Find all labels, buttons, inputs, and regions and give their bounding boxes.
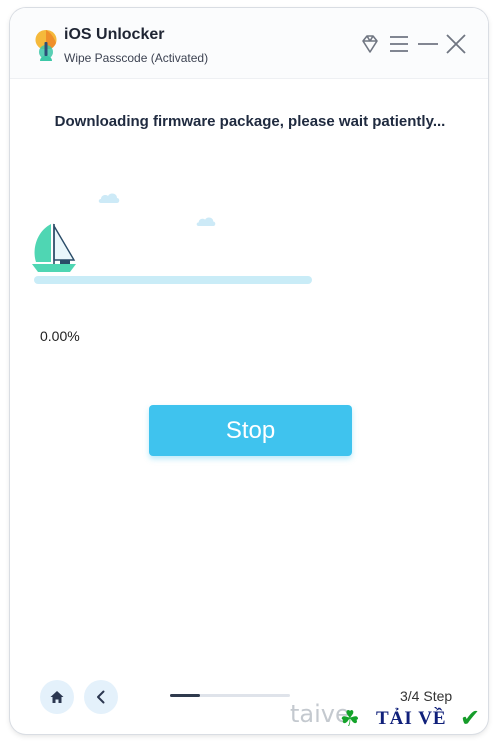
watermark-brand: TẢI VỀ <box>376 708 447 729</box>
title-bar: iOS Unlocker Wipe Passcode (Activated) <box>10 8 488 79</box>
app-logo-icon <box>35 30 57 61</box>
close-icon[interactable] <box>444 32 468 56</box>
cloud-icon <box>196 217 216 227</box>
app-subtitle: Wipe Passcode (Activated) <box>64 51 209 65</box>
home-button[interactable] <box>40 680 74 714</box>
progress-percent: 0.00% <box>40 328 80 344</box>
chevron-left-icon <box>97 690 105 704</box>
app-window: iOS Unlocker Wipe Passcode (Activated) D… <box>10 8 488 734</box>
diamond-icon[interactable] <box>358 32 382 56</box>
watermark: taive ☘ TẢI VỀ ✔ <box>290 696 500 742</box>
sailboat-icon <box>32 223 76 272</box>
menu-icon[interactable] <box>387 32 411 56</box>
back-button[interactable] <box>84 680 118 714</box>
cloud-icon <box>98 193 120 203</box>
app-title: iOS Unlocker <box>64 26 165 43</box>
stop-button[interactable]: Stop <box>149 405 352 456</box>
clover-icon: ☘ <box>340 706 360 731</box>
step-indicator <box>170 694 290 697</box>
checkmark-icon: ✔ <box>460 705 481 732</box>
progress-bar <box>34 276 312 284</box>
status-heading: Downloading firmware package, please wai… <box>54 113 446 130</box>
step-indicator-fill <box>170 694 200 697</box>
minimize-icon[interactable] <box>416 32 440 56</box>
home-icon <box>50 691 64 703</box>
